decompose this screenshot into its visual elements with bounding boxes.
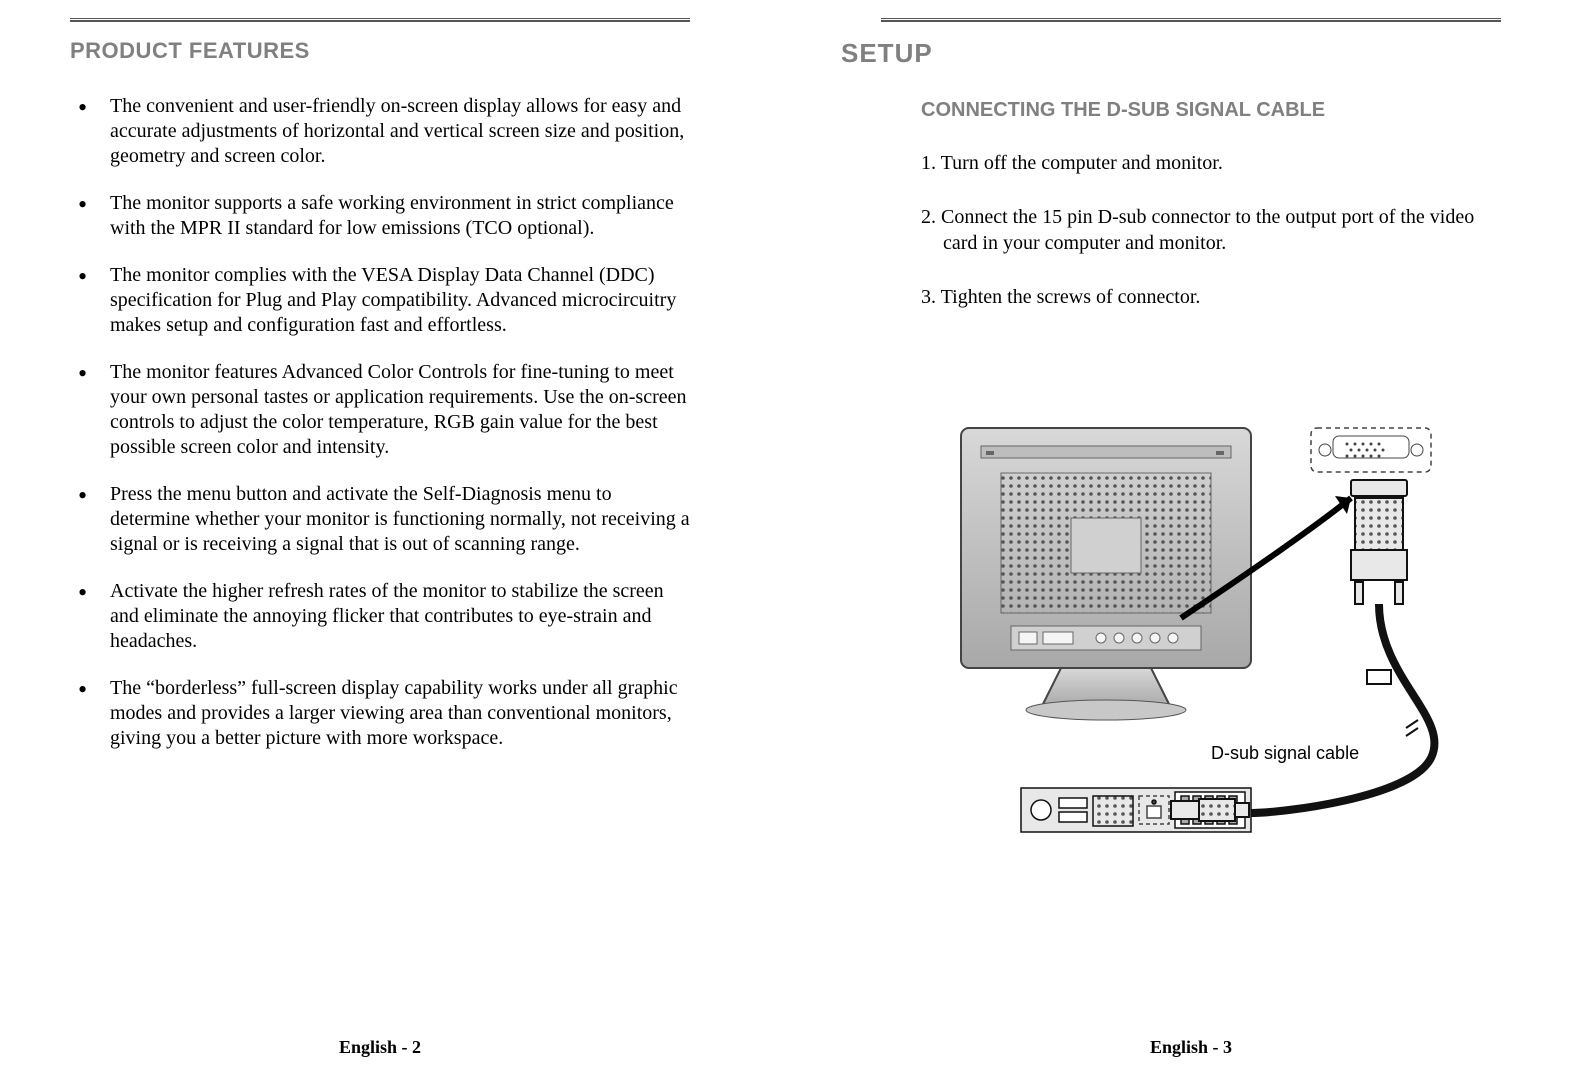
page-footer-right: English - 3 xyxy=(881,1037,1501,1058)
feature-item: The monitor features Advanced Color Cont… xyxy=(70,360,690,460)
feature-item: Press the menu button and activate the S… xyxy=(70,482,690,557)
setup-heading: SETUP xyxy=(841,38,1501,69)
feature-item: Activate the higher refresh rates of the… xyxy=(70,579,690,654)
setup-steps: 1. Turn off the computer and monitor. 2.… xyxy=(921,150,1501,310)
feature-item: The convenient and user-friendly on-scre… xyxy=(70,94,690,169)
connecting-heading: CONNECTING THE D-SUB SIGNAL CABLE xyxy=(921,99,1501,122)
feature-list: The convenient and user-friendly on-scre… xyxy=(70,94,690,751)
feature-item: The “borderless” full-screen display cap… xyxy=(70,676,690,751)
product-features-heading: PRODUCT FEATURES xyxy=(70,38,690,64)
step-item: 2. Connect the 15 pin D-sub connector to… xyxy=(921,204,1501,256)
step-item: 1. Turn off the computer and monitor. xyxy=(921,150,1501,176)
monitor-cable-illustration xyxy=(951,418,1471,838)
page-left: PRODUCT FEATURES The convenient and user… xyxy=(70,18,690,1058)
step-item: 3. Tighten the screws of connector. xyxy=(921,284,1501,310)
feature-item: The monitor complies with the VESA Displ… xyxy=(70,263,690,338)
diagram-label: D-sub signal cable xyxy=(1211,743,1359,764)
connection-diagram: D-sub signal cable xyxy=(951,418,1471,838)
page-footer-left: English - 2 xyxy=(70,1037,690,1058)
page-right: SETUP CONNECTING THE D-SUB SIGNAL CABLE … xyxy=(881,18,1501,1058)
feature-item: The monitor supports a safe working envi… xyxy=(70,191,690,241)
